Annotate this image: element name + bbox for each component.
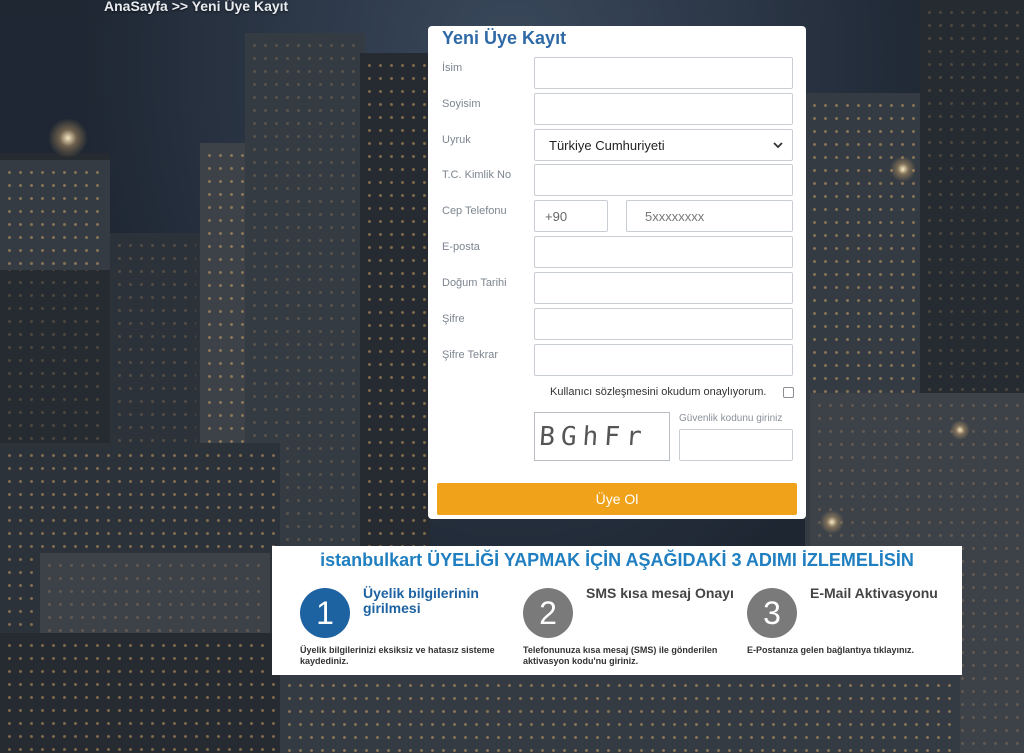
tc-no-input[interactable]: [534, 164, 793, 196]
email-label: E-posta: [442, 241, 480, 253]
phone-row: Cep Telefonu: [428, 200, 806, 232]
step-description: Üyelik bilgilerinizi eksiksiz ve hatasız…: [300, 645, 495, 666]
phone-number-input[interactable]: [626, 200, 793, 232]
register-button[interactable]: Üye Ol: [437, 483, 797, 515]
tc-no-label: T.C. Kimlik No: [442, 169, 512, 181]
step-description: Telefonunuza kısa mesaj (SMS) ile gönder…: [523, 645, 718, 666]
last-name-input[interactable]: [534, 93, 793, 125]
step-title: E-Mail Aktivasyonu: [810, 585, 938, 601]
step-description: E-Postanıza gelen bağlantıya tıklayınız.: [747, 645, 915, 655]
nationality-label: Uyruk: [442, 134, 471, 146]
captcha-image: BGhFr: [534, 412, 670, 461]
first-name-row: İsim: [428, 57, 806, 89]
birth-date-label: Doğum Tarihi: [442, 277, 507, 289]
password-label: Şifre: [442, 313, 465, 325]
step-3: 3 E-Mail Aktivasyonu E-Postanıza gelen b…: [747, 586, 967, 672]
phone-label: Cep Telefonu: [442, 205, 507, 217]
email-input[interactable]: [534, 236, 793, 268]
step-1: 1 Üyelik bilgilerinin girilmesi Üyelik b…: [300, 586, 520, 672]
captcha-text: BGhFr: [538, 422, 648, 452]
captcha-input[interactable]: [679, 429, 793, 461]
birth-date-input[interactable]: [534, 272, 793, 304]
nationality-select[interactable]: Türkiye Cumhuriyeti: [534, 129, 793, 161]
password-repeat-label: Şifre Tekrar: [442, 349, 499, 361]
tc-no-row: T.C. Kimlik No: [428, 164, 806, 196]
breadcrumb-current: Yeni Üye Kayıt: [191, 0, 289, 14]
steps-title: istanbulkart ÜYELİĞİ YAPMAK İÇİN AŞAĞIDA…: [320, 550, 914, 570]
step-number-badge: 1: [300, 588, 350, 638]
step-number-badge: 3: [747, 588, 797, 638]
agreement-row: Kullanıcı sözleşmesini okudum onaylıyoru…: [550, 386, 794, 402]
nationality-value: Türkiye Cumhuriyeti: [549, 137, 665, 153]
password-repeat-input[interactable]: [534, 344, 793, 376]
email-row: E-posta: [428, 236, 806, 268]
captcha-graphic: BGhFr: [538, 422, 648, 452]
captcha-label: Güvenlik kodunu giriniz: [679, 413, 783, 424]
birth-date-row: Doğum Tarihi: [428, 272, 806, 304]
password-input[interactable]: [534, 308, 793, 340]
first-name-input[interactable]: [534, 57, 793, 89]
phone-code-input[interactable]: [534, 200, 608, 232]
steps-panel: istanbulkart ÜYELİĞİ YAPMAK İÇİN AŞAĞIDA…: [272, 546, 962, 675]
step-number-badge: 2: [523, 588, 573, 638]
last-name-label: Soyisim: [442, 98, 481, 110]
agreement-text: Kullanıcı sözleşmesini okudum onaylıyoru…: [550, 386, 767, 398]
agreement-checkbox[interactable]: [783, 387, 794, 398]
step-2: 2 SMS kısa mesaj Onayı Telefonunuza kısa…: [523, 586, 743, 672]
first-name-label: İsim: [442, 62, 463, 74]
last-name-row: Soyisim: [428, 93, 806, 125]
chevron-down-icon: [773, 142, 783, 149]
step-title: Üyelik bilgilerinin girilmesi: [363, 585, 479, 616]
step-title: SMS kısa mesaj Onayı: [586, 585, 734, 601]
registration-form: Yeni Üye Kayıt İsim Soyisim Uyruk Türkiy…: [428, 26, 806, 519]
form-title: Yeni Üye Kayıt: [442, 28, 567, 48]
breadcrumb-separator: >>: [171, 0, 189, 14]
nationality-row: Uyruk Türkiye Cumhuriyeti: [428, 129, 806, 161]
breadcrumb: AnaSayfa >> Yeni Üye Kayıt: [104, 0, 288, 14]
breadcrumb-home-link[interactable]: AnaSayfa: [104, 0, 168, 14]
password-repeat-row: Şifre Tekrar: [428, 344, 806, 376]
password-row: Şifre: [428, 308, 806, 340]
